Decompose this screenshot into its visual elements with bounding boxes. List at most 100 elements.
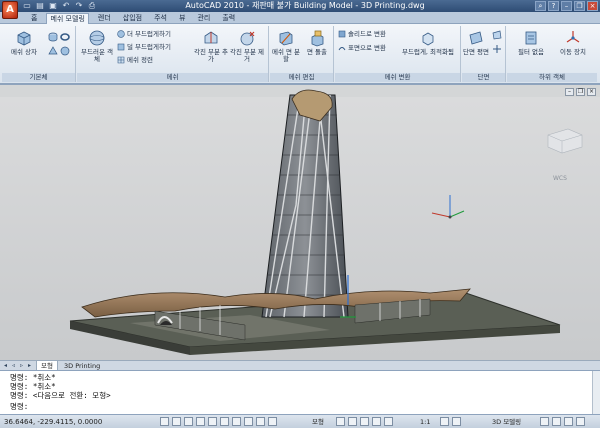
- zoom-icon[interactable]: [360, 417, 369, 426]
- quick-properties-icon[interactable]: [268, 417, 277, 426]
- osnap-icon[interactable]: [208, 417, 217, 426]
- no-filter-dropdown[interactable]: 필터 없음: [513, 29, 549, 56]
- pan-icon[interactable]: [348, 417, 357, 426]
- model-space-toggle[interactable]: 모형: [312, 417, 324, 427]
- minimize-button[interactable]: –: [561, 1, 572, 11]
- mesh-box-button[interactable]: 메쉬 상자: [6, 29, 42, 56]
- tab-home[interactable]: 홈: [28, 13, 40, 24]
- tab-annotate[interactable]: 주석: [151, 13, 170, 24]
- move-gizmo-label: 이동 장치: [560, 48, 586, 56]
- coordinate-readout[interactable]: 36.6464, -229.4115, 0.0000: [4, 417, 102, 427]
- convert-to-surface-label: 표면으로 변환: [348, 44, 386, 52]
- polar-icon[interactable]: [196, 417, 205, 426]
- restore-button[interactable]: ❐: [574, 1, 585, 11]
- move-gizmo-dropdown[interactable]: 이동 장치: [555, 29, 591, 56]
- wcs-label[interactable]: WCS: [553, 175, 567, 182]
- panel-mesh-edit: 메쉬 면 분할 면 돌출 메쉬 편집: [270, 26, 334, 82]
- last-layout-icon[interactable]: ▸: [26, 362, 33, 370]
- tab-render[interactable]: 렌더: [95, 13, 114, 24]
- showmotion-icon[interactable]: [384, 417, 393, 426]
- dyn-icon[interactable]: [244, 417, 253, 426]
- command-input[interactable]: 명령:: [10, 402, 28, 411]
- tab-manage[interactable]: 관리: [194, 13, 213, 24]
- search-icon[interactable]: ⌕: [535, 1, 546, 11]
- extrude-face-button[interactable]: 면 돌출: [301, 29, 333, 56]
- smooth-less-label: 덜 부드럽게하기: [127, 43, 171, 51]
- mesh-cone-icon[interactable]: [48, 46, 58, 56]
- hardware-acceleration-icon[interactable]: [552, 417, 561, 426]
- add-crease-button[interactable]: 각진 부분 추가: [193, 29, 229, 63]
- command-history-line: 명령: *취소*: [10, 373, 56, 382]
- open-icon[interactable]: ▤: [35, 1, 45, 11]
- mesh-cylinder-icon[interactable]: [48, 32, 58, 42]
- annotation-scale[interactable]: 1:1: [420, 417, 430, 427]
- redo-icon[interactable]: ↷: [74, 1, 84, 11]
- building-model-render: [0, 89, 600, 361]
- first-layout-icon[interactable]: ◂: [2, 362, 9, 370]
- save-icon[interactable]: ▣: [48, 1, 58, 11]
- mesh-torus-icon[interactable]: [60, 32, 70, 42]
- ortho-icon[interactable]: [184, 417, 193, 426]
- isolate-objects-icon[interactable]: [564, 417, 573, 426]
- tab-mesh-modeling[interactable]: 메쉬 모델링: [46, 13, 89, 24]
- layout-icon[interactable]: [336, 417, 345, 426]
- new-icon[interactable]: ▭: [22, 1, 32, 11]
- lineweight-icon[interactable]: [256, 417, 265, 426]
- filter-icon: [525, 31, 537, 45]
- undo-icon[interactable]: ↶: [61, 1, 71, 11]
- panel-mesh: 부드러운 객체 더 부드럽게하기 덜 부드럽게하기 메쉬 정련 각진 부분 추가…: [77, 26, 269, 82]
- grid-icon[interactable]: [172, 417, 181, 426]
- split-face-button[interactable]: 메쉬 면 분할: [270, 29, 302, 63]
- add-crease-label: 각진 부분 추가: [193, 48, 229, 63]
- command-scrollbar[interactable]: [592, 371, 600, 415]
- convert-to-surface-icon: [338, 47, 346, 51]
- section-plane-icon: [469, 31, 483, 45]
- no-filter-label: 필터 없음: [518, 48, 544, 56]
- ducs-icon[interactable]: [232, 417, 241, 426]
- close-button[interactable]: ×: [587, 1, 598, 11]
- mesh-sphere-icon[interactable]: [60, 46, 70, 56]
- prev-layout-icon[interactable]: ◃: [10, 362, 17, 370]
- smooth-less-button[interactable]: 덜 부드럽게하기: [117, 43, 171, 52]
- convert-to-surface-button[interactable]: 표면으로 변환: [338, 44, 386, 53]
- command-window[interactable]: 명령: *취소* 명령: *취소* 명령: <다음으로 전환: 모형> 명령:: [0, 370, 600, 415]
- smooth-more-button[interactable]: 더 부드럽게하기: [117, 30, 171, 39]
- section-plane-button[interactable]: 단면 평면: [462, 29, 490, 56]
- otrack-icon[interactable]: [220, 417, 229, 426]
- workspace-switch[interactable]: 3D 모델링: [492, 417, 521, 427]
- remove-crease-button[interactable]: 각진 부분 제거: [229, 29, 265, 63]
- drawing-viewport[interactable]: – ❐ × WCS: [0, 84, 600, 361]
- remove-crease-label: 각진 부분 제거: [229, 48, 265, 63]
- add-crease-icon: [204, 31, 218, 44]
- clean-screen-icon[interactable]: [576, 417, 585, 426]
- move-gizmo-icon: [566, 31, 580, 43]
- tab-insert[interactable]: 삽입점: [120, 13, 145, 24]
- tab-view[interactable]: 뷰: [176, 13, 188, 24]
- print-icon[interactable]: ⎙: [87, 1, 97, 11]
- generate-section-icon[interactable]: [492, 44, 502, 54]
- smooth-optimized-dropdown[interactable]: 부드럽게, 최적화됨: [397, 29, 459, 56]
- convert-to-solid-label: 솔리드로 변환: [348, 30, 386, 38]
- application-menu-button[interactable]: A: [2, 1, 18, 19]
- lock-icon[interactable]: [540, 417, 549, 426]
- smooth-object-button[interactable]: 부드러운 객체: [79, 29, 115, 63]
- annotation-visibility-icon[interactable]: [440, 417, 449, 426]
- mesh-box-label: 메쉬 상자: [11, 48, 37, 56]
- extrude-face-icon: [311, 30, 324, 47]
- next-layout-icon[interactable]: ▹: [18, 362, 25, 370]
- panel-title-mesh: 메쉬: [77, 73, 268, 82]
- ribbon-tab-bar: 홈 메쉬 모델링 렌더 삽입점 주석 뷰 관리 출력: [0, 12, 600, 24]
- panel-section: 단면 평면 단면: [462, 26, 506, 82]
- snap-icon[interactable]: [160, 417, 169, 426]
- status-bar: 36.6464, -229.4115, 0.0000 모형 1:1 3D 모델링: [0, 414, 600, 428]
- tab-output[interactable]: 출력: [219, 13, 238, 24]
- command-history-line: 명령: *취소*: [10, 382, 56, 391]
- steering-wheel-icon[interactable]: [372, 417, 381, 426]
- quick-access-toolbar: ▭ ▤ ▣ ↶ ↷ ⎙: [22, 1, 97, 11]
- auto-scale-icon[interactable]: [452, 417, 461, 426]
- live-section-icon[interactable]: [492, 30, 502, 40]
- convert-to-solid-button[interactable]: 솔리드로 변환: [338, 30, 386, 39]
- help-icon[interactable]: ?: [548, 1, 559, 11]
- refine-mesh-button[interactable]: 메쉬 정련: [117, 56, 153, 65]
- window-title: AutoCAD 2010 - 재판매 불가 Building Model - 3…: [185, 1, 425, 10]
